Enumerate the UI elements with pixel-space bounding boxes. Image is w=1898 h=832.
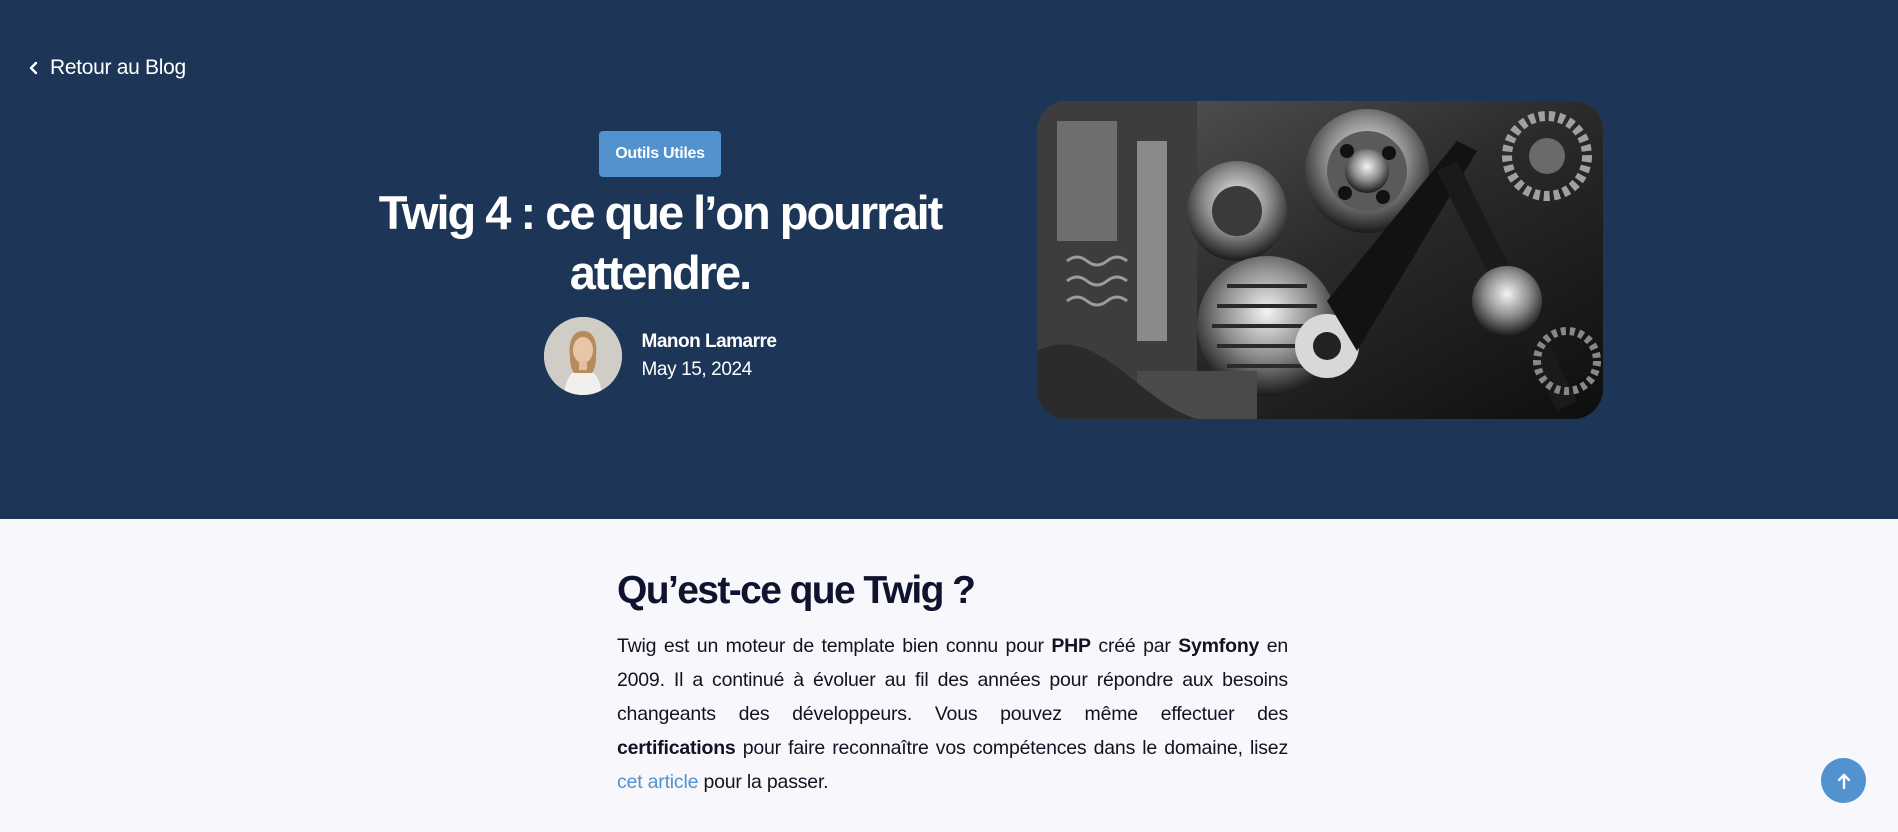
back-to-blog-link[interactable]: Retour au Blog [28, 56, 186, 80]
arrow-up-icon [1837, 773, 1850, 789]
article-body: Qu’est-ce que Twig ? Twig est un moteur … [617, 565, 1288, 799]
php-keyword: PHP [1051, 635, 1091, 657]
category-badge[interactable]: Outils Utiles [599, 131, 721, 177]
article-paragraph: Twig est un moteur de template bien conn… [617, 635, 1289, 793]
author-name: Manon Lamarre [641, 331, 777, 352]
article-link[interactable]: cet article [617, 771, 698, 793]
chevron-left-icon [29, 61, 38, 75]
scroll-to-top-button[interactable] [1821, 758, 1866, 803]
post-title: Twig 4 : ce que l’on pourrait attendre. [378, 186, 944, 299]
symfony-keyword: Symfony [1178, 635, 1260, 657]
author-info: Manon Lamarre May 15, 2024 [642, 331, 777, 381]
post-cover-image [1037, 101, 1603, 419]
author-block: Manon Lamarre May 15, 2024 [543, 317, 777, 395]
post-header: Outils Utiles Twig 4 : ce que l’on pourr… [340, 131, 980, 395]
back-link-label: Retour au Blog [50, 56, 186, 79]
post-hero: Retour au Blog Outils Utiles Twig 4 : ce… [0, 0, 1898, 519]
section-heading: Qu’est-ce que Twig ? [617, 569, 976, 612]
author-avatar [543, 317, 622, 395]
post-date: May 15, 2024 [641, 359, 753, 380]
certifications-keyword: certifications [617, 737, 736, 759]
